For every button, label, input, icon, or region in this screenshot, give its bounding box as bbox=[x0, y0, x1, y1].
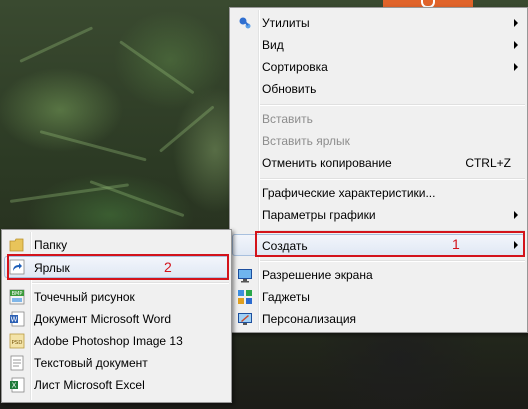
menu-item-label: Документ Microsoft Word bbox=[34, 312, 172, 326]
menu-item-label: Гаджеты bbox=[262, 290, 310, 304]
menu-item-label: Сортировка bbox=[262, 60, 328, 74]
folder-icon bbox=[9, 237, 25, 253]
menu-item-view[interactable]: Вид bbox=[232, 34, 525, 56]
gadgets-icon bbox=[237, 289, 253, 305]
menu-item-paste[interactable]: Вставить bbox=[232, 108, 525, 130]
menu-item-refresh[interactable]: Обновить bbox=[232, 78, 525, 100]
svg-text:PSD: PSD bbox=[11, 340, 22, 346]
desktop-context-menu: Утилиты Вид Сортировка Обновить Вставить… bbox=[229, 7, 528, 333]
photoshop-image-icon: PSD bbox=[9, 333, 25, 349]
menu-item-graphics-options[interactable]: Параметры графики bbox=[232, 204, 525, 226]
submenu-item-word-document[interactable]: W Документ Microsoft Word bbox=[4, 308, 229, 330]
annotation-number-1: 1 bbox=[452, 236, 460, 252]
submenu-arrow-icon bbox=[514, 211, 518, 219]
menu-item-label: Вид bbox=[262, 38, 284, 52]
menu-item-personalize[interactable]: Персонализация bbox=[232, 308, 525, 330]
menu-item-label: Вставить bbox=[262, 112, 313, 126]
menu-item-label: Разрешение экрана bbox=[262, 268, 373, 282]
menu-item-label: Утилиты bbox=[262, 16, 310, 30]
submenu-arrow-icon bbox=[514, 19, 518, 27]
menu-item-label: Текстовый документ bbox=[34, 356, 148, 370]
annotation-box-shortcut bbox=[7, 254, 229, 280]
menu-item-label: Лист Microsoft Excel bbox=[34, 378, 145, 392]
menu-item-gadgets[interactable]: Гаджеты bbox=[232, 286, 525, 308]
submenu-item-bitmap[interactable]: BMP Точечный рисунок bbox=[4, 286, 229, 308]
menu-item-label: Вставить ярлык bbox=[262, 134, 350, 148]
utilities-icon bbox=[237, 15, 253, 31]
menu-separator bbox=[32, 282, 229, 284]
text-document-icon bbox=[9, 355, 25, 371]
menu-item-screen-resolution[interactable]: Разрешение экрана bbox=[232, 264, 525, 286]
bitmap-icon: BMP bbox=[9, 289, 25, 305]
submenu-item-photoshop-image[interactable]: PSD Adobe Photoshop Image 13 bbox=[4, 330, 229, 352]
menu-separator bbox=[260, 178, 525, 180]
display-resolution-icon bbox=[237, 267, 253, 283]
svg-text:BMP: BMP bbox=[12, 291, 23, 297]
personalization-icon bbox=[237, 311, 253, 327]
menu-item-label: Обновить bbox=[262, 82, 317, 96]
menu-separator bbox=[260, 260, 525, 262]
annotation-number-2: 2 bbox=[164, 259, 172, 275]
menu-item-graphics-properties[interactable]: Графические характеристики... bbox=[232, 182, 525, 204]
submenu-arrow-icon bbox=[514, 63, 518, 71]
menu-item-label: Отменить копирование bbox=[262, 156, 392, 170]
submenu-item-excel-sheet[interactable]: X Лист Microsoft Excel bbox=[4, 374, 229, 396]
svg-text:W: W bbox=[11, 316, 18, 324]
menu-separator bbox=[260, 104, 525, 106]
menu-item-label: Графические характеристики... bbox=[262, 186, 436, 200]
menu-item-label: Персонализация bbox=[262, 312, 357, 326]
submenu-item-text-document[interactable]: Текстовый документ bbox=[4, 352, 229, 374]
submenu-item-folder[interactable]: Папку bbox=[4, 234, 229, 256]
menu-item-sort[interactable]: Сортировка bbox=[232, 56, 525, 78]
excel-sheet-icon: X bbox=[9, 377, 25, 393]
svg-text:X: X bbox=[12, 382, 17, 390]
annotation-box-create bbox=[255, 231, 525, 257]
menu-item-paste-shortcut[interactable]: Вставить ярлык bbox=[232, 130, 525, 152]
menu-item-utilities[interactable]: Утилиты bbox=[232, 12, 525, 34]
menu-item-label: Adobe Photoshop Image 13 bbox=[34, 334, 183, 348]
menu-item-label: Параметры графики bbox=[262, 208, 376, 222]
submenu-arrow-icon bbox=[514, 41, 518, 49]
menu-item-undo-copy[interactable]: Отменить копирование CTRL+Z bbox=[232, 152, 525, 174]
menu-item-label: Папку bbox=[34, 238, 68, 252]
word-document-icon: W bbox=[9, 311, 25, 327]
menu-item-shortcut: CTRL+Z bbox=[465, 156, 511, 170]
menu-item-label: Точечный рисунок bbox=[34, 290, 135, 304]
